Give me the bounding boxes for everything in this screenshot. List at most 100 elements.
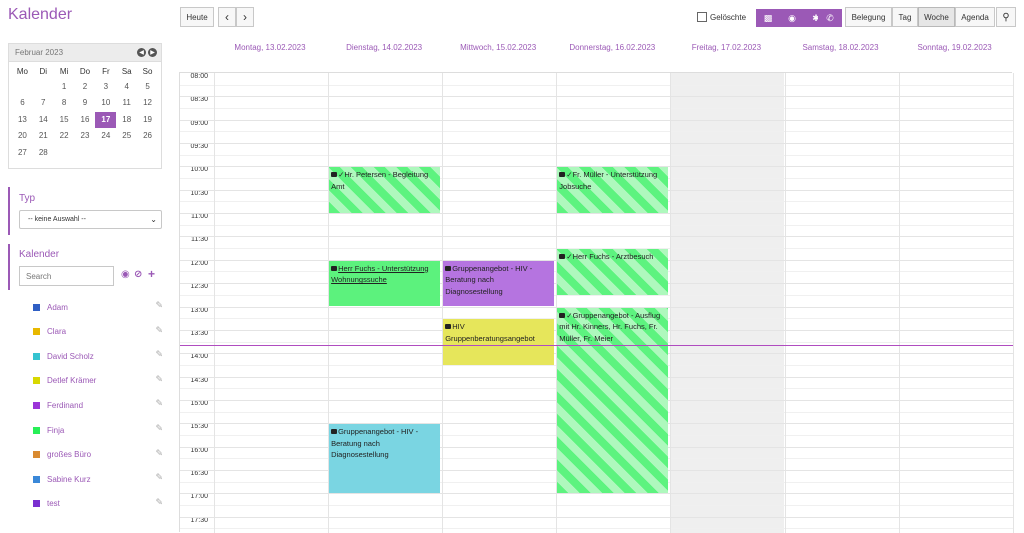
mini-day[interactable]: 8: [54, 95, 75, 111]
calendar-event[interactable]: HIV Gruppenberatungsangebot: [443, 319, 555, 365]
mini-day[interactable]: 13: [12, 112, 33, 128]
edit-pencil-icon[interactable]: ✎: [155, 374, 163, 385]
mini-next-month-icon[interactable]: ▶: [148, 48, 157, 57]
mini-day-empty: [12, 79, 33, 95]
grid-hline: [180, 154, 1013, 156]
edit-pencil-icon[interactable]: ✎: [155, 325, 163, 336]
mini-day[interactable]: 19: [137, 112, 158, 128]
calendar-event[interactable]: Herr Fuchs - Unterstützung Wohnungssuche: [329, 260, 441, 307]
mini-day[interactable]: 21: [33, 128, 54, 144]
edit-pencil-icon[interactable]: ✎: [155, 472, 163, 483]
calendar-list-item[interactable]: test ✎: [33, 497, 163, 511]
mini-weekday: Sa: [121, 67, 132, 76]
edit-pencil-icon[interactable]: ✎: [155, 497, 163, 508]
event-title: ✓Hr. Petersen - Begleitung Amt: [331, 170, 429, 191]
mini-day[interactable]: 17: [95, 111, 117, 129]
calendar-event[interactable]: ✓Herr Fuchs - Arztbesuch: [557, 249, 669, 295]
edit-pencil-icon[interactable]: ✎: [155, 349, 163, 360]
mini-day[interactable]: 9: [75, 95, 96, 111]
calendar-name: Ferdinand: [47, 400, 84, 410]
mini-day[interactable]: 10: [95, 95, 116, 111]
filter-calendar-button[interactable]: ▩: [756, 9, 780, 27]
calendar-list-item[interactable]: Ferdinand ✎: [33, 398, 163, 412]
chevron-down-icon: ⌄: [150, 215, 157, 224]
calendar-event[interactable]: Gruppenangebot - HIV - Beratung nach Dia…: [329, 424, 441, 494]
view-tag-button[interactable]: Tag: [892, 7, 918, 27]
calendar-list-item[interactable]: David Scholz ✎: [33, 349, 163, 363]
hide-all-eye-icon[interactable]: ⊘: [134, 269, 142, 280]
calendar-name: großes Büro: [47, 450, 92, 460]
mini-day[interactable]: 4: [116, 79, 137, 95]
briefcase-icon: [559, 172, 566, 178]
mini-day[interactable]: 23: [75, 128, 96, 144]
edit-pencil-icon[interactable]: ✎: [155, 398, 163, 409]
day-header[interactable]: Samstag, 18.02.2023: [784, 43, 898, 52]
mini-day[interactable]: 28: [33, 145, 54, 161]
search-button[interactable]: ⚲: [996, 7, 1016, 27]
day-header[interactable]: Dienstag, 14.02.2023: [327, 43, 441, 52]
calendar-event[interactable]: ✓Fr. Müller - Unterstützung Jobsuche: [557, 167, 669, 214]
mini-day[interactable]: 27: [12, 145, 33, 161]
filter-mask-button[interactable]: ◉: [780, 9, 804, 27]
mini-day[interactable]: 14: [33, 112, 54, 128]
type-select[interactable]: -- keine Auswahl -- ⌄: [19, 210, 162, 229]
deleted-checkbox[interactable]: [697, 12, 707, 22]
calendar-event[interactable]: ✓Gruppenangebot - Ausflug mit Hr. Kinner…: [557, 307, 669, 494]
edit-pencil-icon[interactable]: ✎: [155, 300, 163, 311]
calendar-list-item[interactable]: großes Büro ✎: [33, 448, 163, 462]
app-title: Kalender: [8, 6, 73, 23]
today-button[interactable]: Heute: [180, 7, 214, 27]
show-all-eye-icon[interactable]: ◉: [121, 269, 130, 280]
mini-day[interactable]: 22: [54, 128, 75, 144]
mini-calendar-days: 1 2 3 4 5 6 7 8 9 10 11 12 13 14 15 16 17 18 19 20 21 22 23 24 2…: [9, 79, 161, 161]
day-header[interactable]: Mittwoch, 15.02.2023: [441, 43, 555, 52]
mini-day[interactable]: 7: [33, 95, 54, 111]
week-grid[interactable]: ✓Hr. Petersen - Begleitung Amt ✓Fr. Mülle…: [179, 72, 1014, 533]
calendar-list-item[interactable]: Finja ✎: [33, 423, 163, 437]
calendar-list-item[interactable]: Adam ✎: [33, 300, 163, 314]
type-section-bar: [8, 187, 10, 235]
mini-day[interactable]: 24: [95, 128, 116, 144]
add-calendar-icon[interactable]: +: [148, 267, 155, 281]
day-header[interactable]: Freitag, 17.02.2023: [669, 43, 783, 52]
calendar-list-item[interactable]: Sabine Kurz ✎: [33, 472, 163, 486]
type-select-value: -- keine Auswahl --: [28, 216, 86, 223]
show-deleted-toggle[interactable]: Gelöschte: [697, 12, 746, 22]
calendar-color-swatch: [33, 426, 40, 434]
edit-pencil-icon[interactable]: ✎: [155, 448, 163, 459]
mini-day[interactable]: 2: [75, 79, 96, 95]
grid-hline: [180, 236, 1013, 238]
mini-day[interactable]: 1: [54, 79, 75, 95]
calendar-event[interactable]: Gruppenangebot - HIV - Beratung nach Dia…: [443, 260, 555, 307]
view-woche-button[interactable]: Woche: [918, 7, 955, 27]
mini-day[interactable]: 18: [116, 112, 137, 128]
mini-day[interactable]: 12: [137, 95, 158, 111]
mini-day[interactable]: 15: [54, 112, 75, 128]
day-header[interactable]: Montag, 13.02.2023: [213, 43, 327, 52]
calendar-list-item[interactable]: Detlef Krämer ✎: [33, 374, 163, 388]
edit-pencil-icon[interactable]: ✎: [155, 423, 163, 434]
phone-icon: ✆: [826, 12, 834, 23]
mini-calendar-month: Februar 2023: [15, 48, 64, 57]
mini-weekday: Do: [79, 67, 91, 76]
mini-day[interactable]: 20: [12, 128, 33, 144]
mini-day[interactable]: 3: [95, 79, 116, 95]
view-agenda-button[interactable]: Agenda: [955, 7, 995, 27]
mini-day[interactable]: 6: [12, 95, 33, 111]
mini-day[interactable]: 26: [137, 128, 158, 144]
mini-prev-month-icon[interactable]: ◀: [137, 48, 146, 57]
calendar-search-input[interactable]: Search: [19, 266, 114, 286]
day-header[interactable]: Sonntag, 19.02.2023: [898, 43, 1012, 52]
mini-day[interactable]: 11: [116, 95, 137, 111]
mini-day[interactable]: 16: [75, 112, 96, 128]
calendar-list-item[interactable]: Clara ✎: [33, 325, 163, 339]
filter-phone-button[interactable]: ✆: [818, 9, 842, 27]
mini-day[interactable]: 5: [137, 79, 158, 95]
next-week-button[interactable]: ›: [236, 7, 254, 27]
view-belegung-button[interactable]: Belegung: [845, 7, 892, 27]
calendar-event[interactable]: ✓Hr. Petersen - Begleitung Amt: [329, 167, 441, 214]
day-header[interactable]: Donnerstag, 16.02.2023: [555, 43, 669, 52]
grid-vline: [898, 73, 900, 533]
mini-day[interactable]: 25: [116, 128, 137, 144]
prev-week-button[interactable]: ‹: [218, 7, 236, 27]
